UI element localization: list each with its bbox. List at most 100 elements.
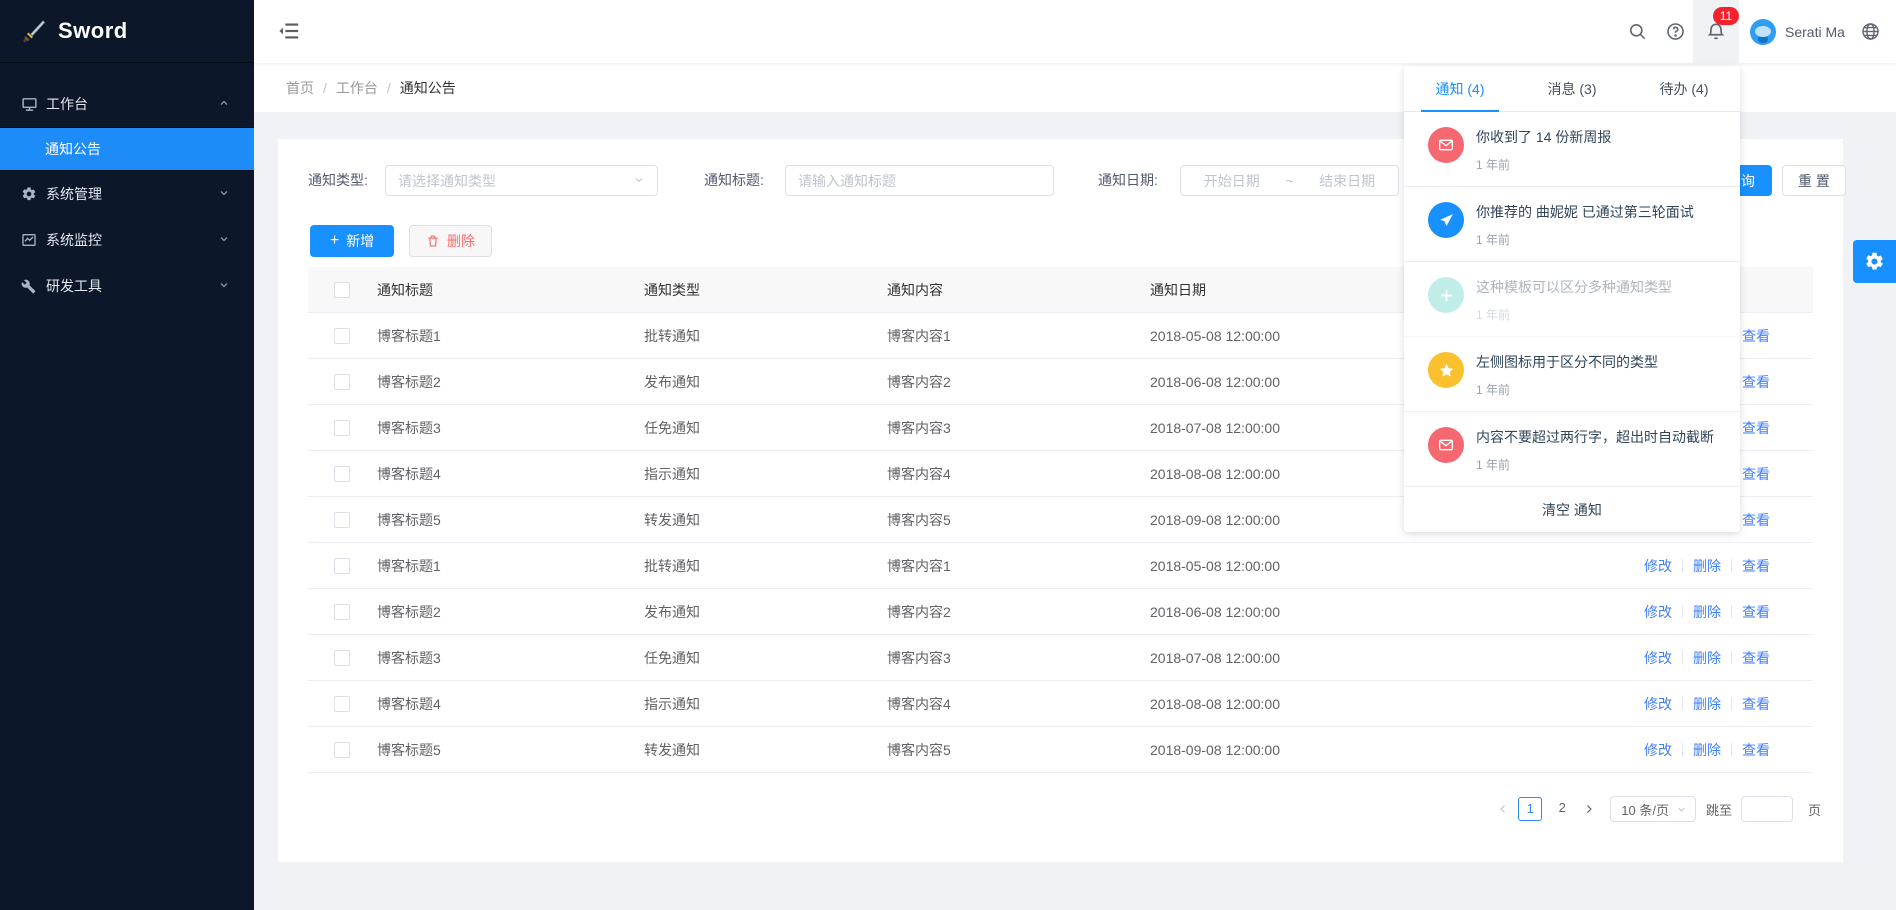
edit-link[interactable]: 修改 <box>1644 556 1672 576</box>
view-link[interactable]: 查看 <box>1742 418 1770 438</box>
sidebar-item-dev-tools[interactable]: 研发工具 <box>0 263 254 309</box>
notification-item[interactable]: 你推荐的 曲妮妮 已通过第三轮面试 1 年前 <box>1404 187 1740 262</box>
notice-type-select[interactable]: 请选择通知类型 <box>385 165 658 196</box>
page-size-select[interactable]: 10 条/页 <box>1610 796 1696 822</box>
sidebar-item-system-monitor[interactable]: 系统监控 <box>0 217 254 263</box>
sidebar-item-notice[interactable]: 通知公告 <box>0 128 254 170</box>
row-checkbox[interactable] <box>334 374 350 390</box>
view-link[interactable]: 查看 <box>1742 510 1770 530</box>
view-link[interactable]: 查看 <box>1742 602 1770 622</box>
delete-link[interactable]: 删除 <box>1693 694 1721 714</box>
date-tilde: ~ <box>1285 173 1293 189</box>
notification-item-read[interactable]: 这种模板可以区分多种通知类型 1 年前 <box>1404 262 1740 337</box>
notification-item[interactable]: 内容不要超过两行字，超出时自动截断 1 年前 <box>1404 412 1740 487</box>
view-link[interactable]: 查看 <box>1742 648 1770 668</box>
start-date-placeholder: 开始日期 <box>1204 171 1260 191</box>
notification-item[interactable]: 左侧图标用于区分不同的类型 1 年前 <box>1404 337 1740 412</box>
delete-link[interactable]: 删除 <box>1693 740 1721 760</box>
user-name[interactable]: Serati Ma <box>1785 0 1845 63</box>
notification-badge: 11 <box>1713 7 1739 25</box>
tab-todo[interactable]: 待办 (4) <box>1628 66 1740 111</box>
app-logo[interactable]: Sword <box>0 0 254 63</box>
row-checkbox[interactable] <box>334 328 350 344</box>
cell-type: 转发通知 <box>644 510 887 530</box>
row-checkbox[interactable] <box>334 420 350 436</box>
cell-type: 指示通知 <box>644 464 887 484</box>
breadcrumb-home[interactable]: 首页 <box>286 78 314 98</box>
sidebar-item-workbench[interactable]: 工作台 <box>0 81 254 127</box>
edit-link[interactable]: 修改 <box>1644 602 1672 622</box>
add-button[interactable]: + 新增 <box>310 225 394 257</box>
clear-notifications-button[interactable]: 清空 通知 <box>1404 487 1740 532</box>
gear-icon <box>1864 251 1885 272</box>
cell-title: 博客标题3 <box>377 418 644 438</box>
notification-time: 1 年前 <box>1476 156 1611 173</box>
pagination: 1 2 10 条/页 跳至 页 <box>1492 795 1821 823</box>
table-row: 博客标题4 指示通知 博客内容4 2018-08-08 12:00:00 修改删… <box>308 681 1813 727</box>
notification-time: 1 年前 <box>1476 231 1694 248</box>
col-header-title: 通知标题 <box>377 280 644 300</box>
filter-type-label: 通知类型: <box>308 165 368 196</box>
page-number-2[interactable]: 2 <box>1550 797 1574 821</box>
notification-title: 这种模板可以区分多种通知类型 <box>1476 277 1672 297</box>
jump-page-input[interactable] <box>1741 796 1793 822</box>
cell-date: 2018-08-08 12:00:00 <box>1150 696 1450 712</box>
end-date-placeholder: 结束日期 <box>1319 171 1375 191</box>
view-link[interactable]: 查看 <box>1742 326 1770 346</box>
cell-title: 博客标题4 <box>377 694 644 714</box>
delete-link[interactable]: 删除 <box>1693 602 1721 622</box>
row-checkbox[interactable] <box>334 696 350 712</box>
tab-notice[interactable]: 通知 (4) <box>1404 66 1516 111</box>
notice-title-input[interactable] <box>785 165 1054 196</box>
edit-link[interactable]: 修改 <box>1644 740 1672 760</box>
row-checkbox[interactable] <box>334 604 350 620</box>
row-checkbox[interactable] <box>334 512 350 528</box>
next-page-icon[interactable] <box>1578 803 1600 815</box>
edit-link[interactable]: 修改 <box>1644 648 1672 668</box>
menu-fold-icon[interactable] <box>278 20 300 42</box>
cell-title: 博客标题5 <box>377 510 644 530</box>
help-icon[interactable] <box>1660 0 1690 63</box>
table-row: 博客标题5 转发通知 博客内容5 2018-09-08 12:00:00 修改删… <box>308 727 1813 773</box>
row-checkbox[interactable] <box>334 466 350 482</box>
sword-icon <box>22 17 48 46</box>
view-link[interactable]: 查看 <box>1742 556 1770 576</box>
delete-link[interactable]: 删除 <box>1693 556 1721 576</box>
select-all-checkbox[interactable] <box>334 282 350 298</box>
date-range-picker[interactable]: 开始日期 ~ 结束日期 <box>1180 165 1399 196</box>
reset-button[interactable]: 重 置 <box>1782 165 1846 196</box>
sidebar-item-system-manage[interactable]: 系统管理 <box>0 171 254 217</box>
row-checkbox[interactable] <box>334 558 350 574</box>
view-link[interactable]: 查看 <box>1742 372 1770 392</box>
view-link[interactable]: 查看 <box>1742 464 1770 484</box>
plus-icon <box>1428 277 1464 313</box>
mail-icon <box>1428 127 1464 163</box>
cell-type: 任免通知 <box>644 648 887 668</box>
page-number-1[interactable]: 1 <box>1518 797 1542 821</box>
row-checkbox[interactable] <box>334 650 350 666</box>
app-title: Sword <box>58 18 128 44</box>
search-icon[interactable] <box>1622 0 1652 63</box>
cell-date: 2018-09-08 12:00:00 <box>1150 742 1450 758</box>
row-checkbox[interactable] <box>334 742 350 758</box>
delete-button[interactable]: 删除 <box>409 225 492 257</box>
edit-link[interactable]: 修改 <box>1644 694 1672 714</box>
globe-icon[interactable] <box>1855 0 1885 63</box>
delete-link[interactable]: 删除 <box>1693 648 1721 668</box>
sidebar-item-label: 系统管理 <box>46 184 102 204</box>
select-placeholder: 请选择通知类型 <box>398 171 633 191</box>
prev-page-icon[interactable] <box>1492 803 1514 815</box>
notification-title: 内容不要超过两行字，超出时自动截断 <box>1476 427 1714 447</box>
cell-date: 2018-06-08 12:00:00 <box>1150 604 1450 620</box>
theme-settings-button[interactable] <box>1853 240 1896 283</box>
top-header: 11 Serati Ma <box>254 0 1896 63</box>
breadcrumb-workbench[interactable]: 工作台 <box>336 78 378 98</box>
avatar[interactable] <box>1750 19 1776 45</box>
cell-title: 博客标题1 <box>377 326 644 346</box>
tab-message[interactable]: 消息 (3) <box>1516 66 1628 111</box>
filter-title-label: 通知标题: <box>704 165 764 196</box>
cell-content: 博客内容4 <box>887 694 1150 714</box>
notification-item[interactable]: 你收到了 14 份新周报 1 年前 <box>1404 112 1740 187</box>
view-link[interactable]: 查看 <box>1742 740 1770 760</box>
view-link[interactable]: 查看 <box>1742 694 1770 714</box>
